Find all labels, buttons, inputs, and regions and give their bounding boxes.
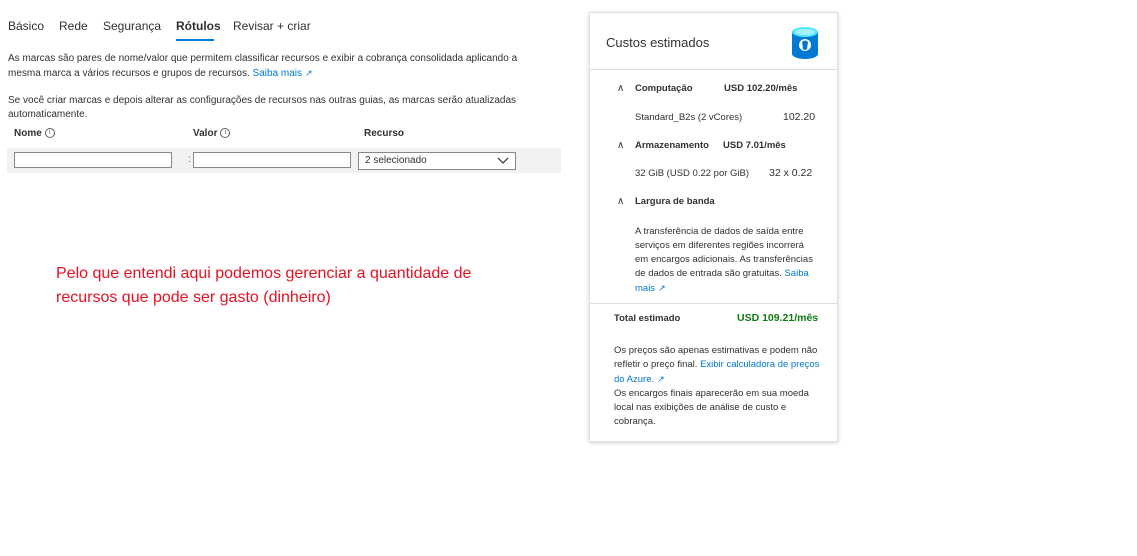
pricing-notes: Os preços são apenas estimativas e podem… xyxy=(614,344,826,429)
storage-label: Armazenamento xyxy=(635,140,709,151)
resource-select-value: 2 selecionado xyxy=(365,155,427,166)
tab-rotulos[interactable]: Rótulos xyxy=(176,19,221,33)
tab-rede[interactable]: Rede xyxy=(59,19,88,33)
external-link-icon: ↗ xyxy=(658,283,666,293)
column-header-resource: Recurso xyxy=(364,128,405,139)
user-annotation: Pelo que entendi aqui podemos gerenciar … xyxy=(56,265,472,306)
chevron-up-icon[interactable]: ∧ xyxy=(617,196,624,207)
info-icon[interactable]: i xyxy=(44,128,55,139)
storage-item: 32 GiB (USD 0.22 por GiB) xyxy=(635,168,750,179)
tags-warning: Se você criar marcas e depois alterar as… xyxy=(8,95,517,120)
chevron-down-icon xyxy=(497,157,509,164)
external-link-icon: ↗ xyxy=(657,374,665,384)
currency-note: Os encargos finais aparecerão em sua moe… xyxy=(614,388,809,427)
compute-price: USD 102.20/mês xyxy=(724,83,798,94)
tab-revisar-criar[interactable]: Revisar + criar xyxy=(233,19,311,33)
column-header-value-label: Valor xyxy=(193,128,218,139)
chevron-up-icon[interactable]: ∧ xyxy=(617,140,624,151)
learn-more-link[interactable]: Saiba mais xyxy=(253,68,302,79)
resource-select[interactable]: 2 selecionado xyxy=(358,152,516,170)
postgresql-database-icon xyxy=(792,27,818,59)
tag-value-input[interactable] xyxy=(193,152,351,168)
panel-title: Custos estimados xyxy=(606,35,710,50)
chevron-up-icon[interactable]: ∧ xyxy=(617,83,624,94)
estimated-costs-panel: Custos estimados ∧ Computação USD 102.20… xyxy=(589,12,838,442)
total-label: Total estimado xyxy=(614,313,681,324)
tags-description: As marcas são pares de nome/valor que pe… xyxy=(8,52,548,81)
column-header-name-label: Nome xyxy=(14,128,42,139)
divider xyxy=(590,69,837,70)
bandwidth-description: A transferência de dados de saída entre … xyxy=(635,225,815,296)
tab-basico[interactable]: Básico xyxy=(8,19,44,33)
storage-price: USD 7.01/mês xyxy=(723,140,786,151)
column-header-value: Valor i xyxy=(193,128,231,139)
name-value-separator: : xyxy=(188,154,191,165)
column-header-name: Nome i xyxy=(14,128,55,139)
tag-row: : 2 selecionado xyxy=(7,148,561,173)
storage-value: 32 x 0.22 xyxy=(769,167,813,179)
external-link-icon: ↗ xyxy=(305,68,313,78)
divider xyxy=(590,303,837,304)
compute-label: Computação xyxy=(635,83,693,94)
tag-name-input[interactable] xyxy=(14,152,172,168)
compute-value: 102.20 xyxy=(783,111,816,123)
tab-seguranca[interactable]: Segurança xyxy=(103,19,161,33)
bandwidth-label: Largura de banda xyxy=(635,196,715,207)
total-value: USD 109.21/mês xyxy=(737,312,819,324)
compute-item: Standard_B2s (2 vCores) xyxy=(635,112,743,123)
active-tab-indicator xyxy=(176,39,214,41)
info-icon[interactable]: i xyxy=(220,128,231,139)
